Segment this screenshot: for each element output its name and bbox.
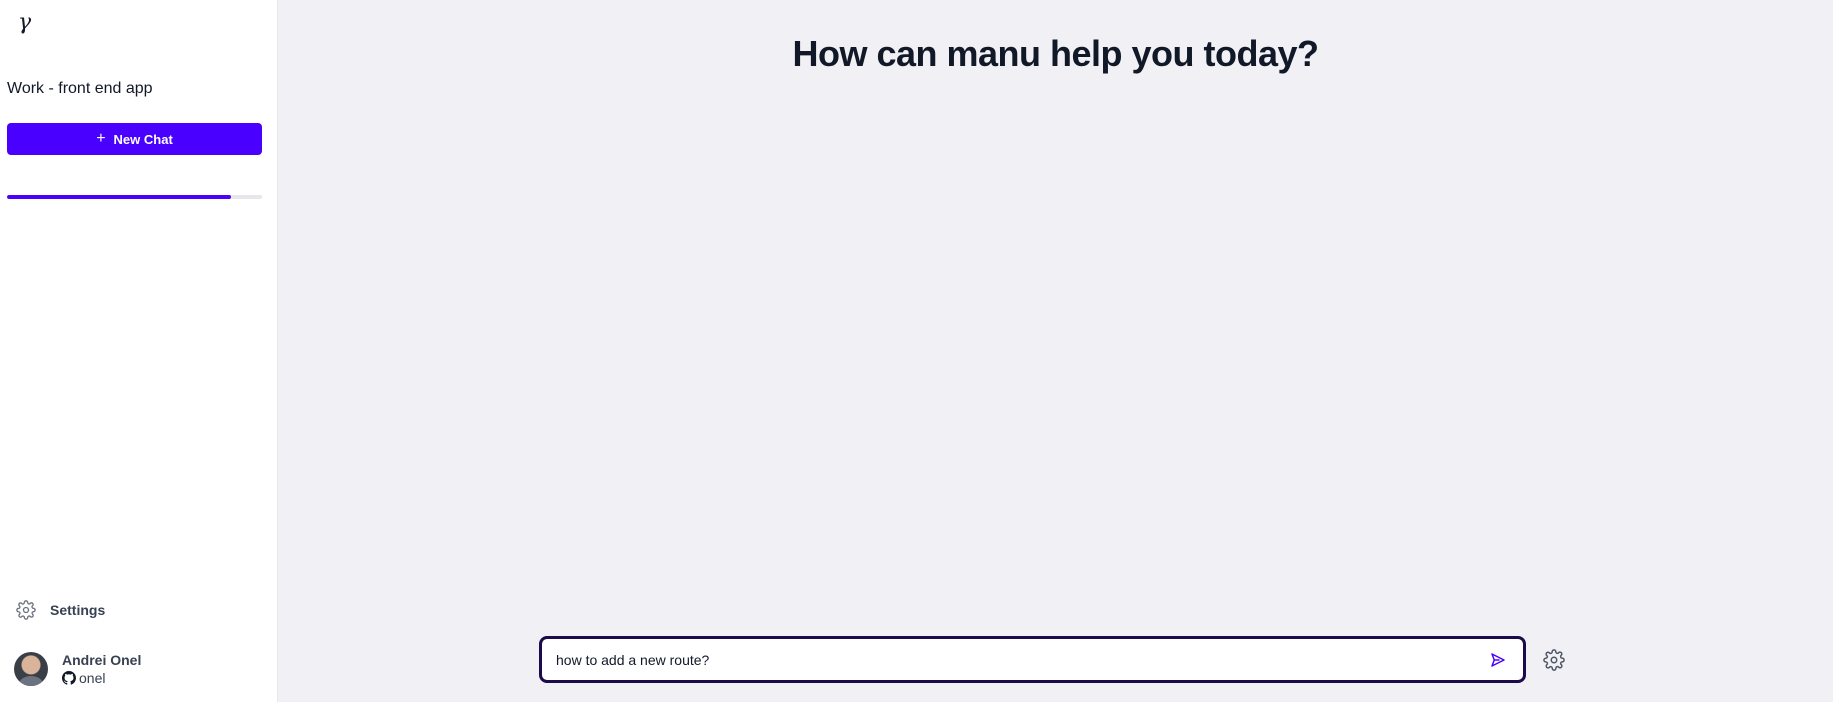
user-info: Andrei Onel onel (62, 652, 141, 686)
send-icon (1491, 652, 1505, 667)
usage-progress-fill (7, 195, 232, 199)
new-chat-label: New Chat (113, 131, 173, 147)
new-chat-button[interactable]: + New Chat (7, 123, 262, 155)
gear-icon (16, 600, 36, 620)
usage-progress-bar (7, 195, 262, 199)
app-logo[interactable]: γ (18, 10, 31, 35)
page-title: How can manu help you today? (792, 33, 1319, 74)
app-root: γ Work - front end app + New Chat Settin… (0, 0, 1833, 702)
project-name: Work - front end app (7, 80, 153, 97)
user-name: Andrei Onel (62, 652, 142, 668)
sidebar-settings-item[interactable]: Settings (16, 600, 105, 620)
avatar (14, 652, 48, 686)
plus-icon: + (96, 130, 106, 147)
user-profile[interactable]: Andrei Onel onel (14, 652, 141, 686)
gear-icon (1543, 649, 1565, 671)
chat-settings-button[interactable] (1542, 648, 1566, 672)
chat-input[interactable] (556, 651, 1485, 668)
sidebar: γ Work - front end app + New Chat Settin… (0, 0, 278, 702)
settings-label: Settings (50, 602, 106, 618)
user-handle-row: onel (62, 670, 141, 686)
github-icon (62, 671, 76, 685)
chat-composer (539, 636, 1526, 683)
user-handle: onel (79, 670, 106, 686)
send-button[interactable] (1485, 647, 1511, 673)
chat-main: How can manu help you today? (278, 0, 1833, 702)
